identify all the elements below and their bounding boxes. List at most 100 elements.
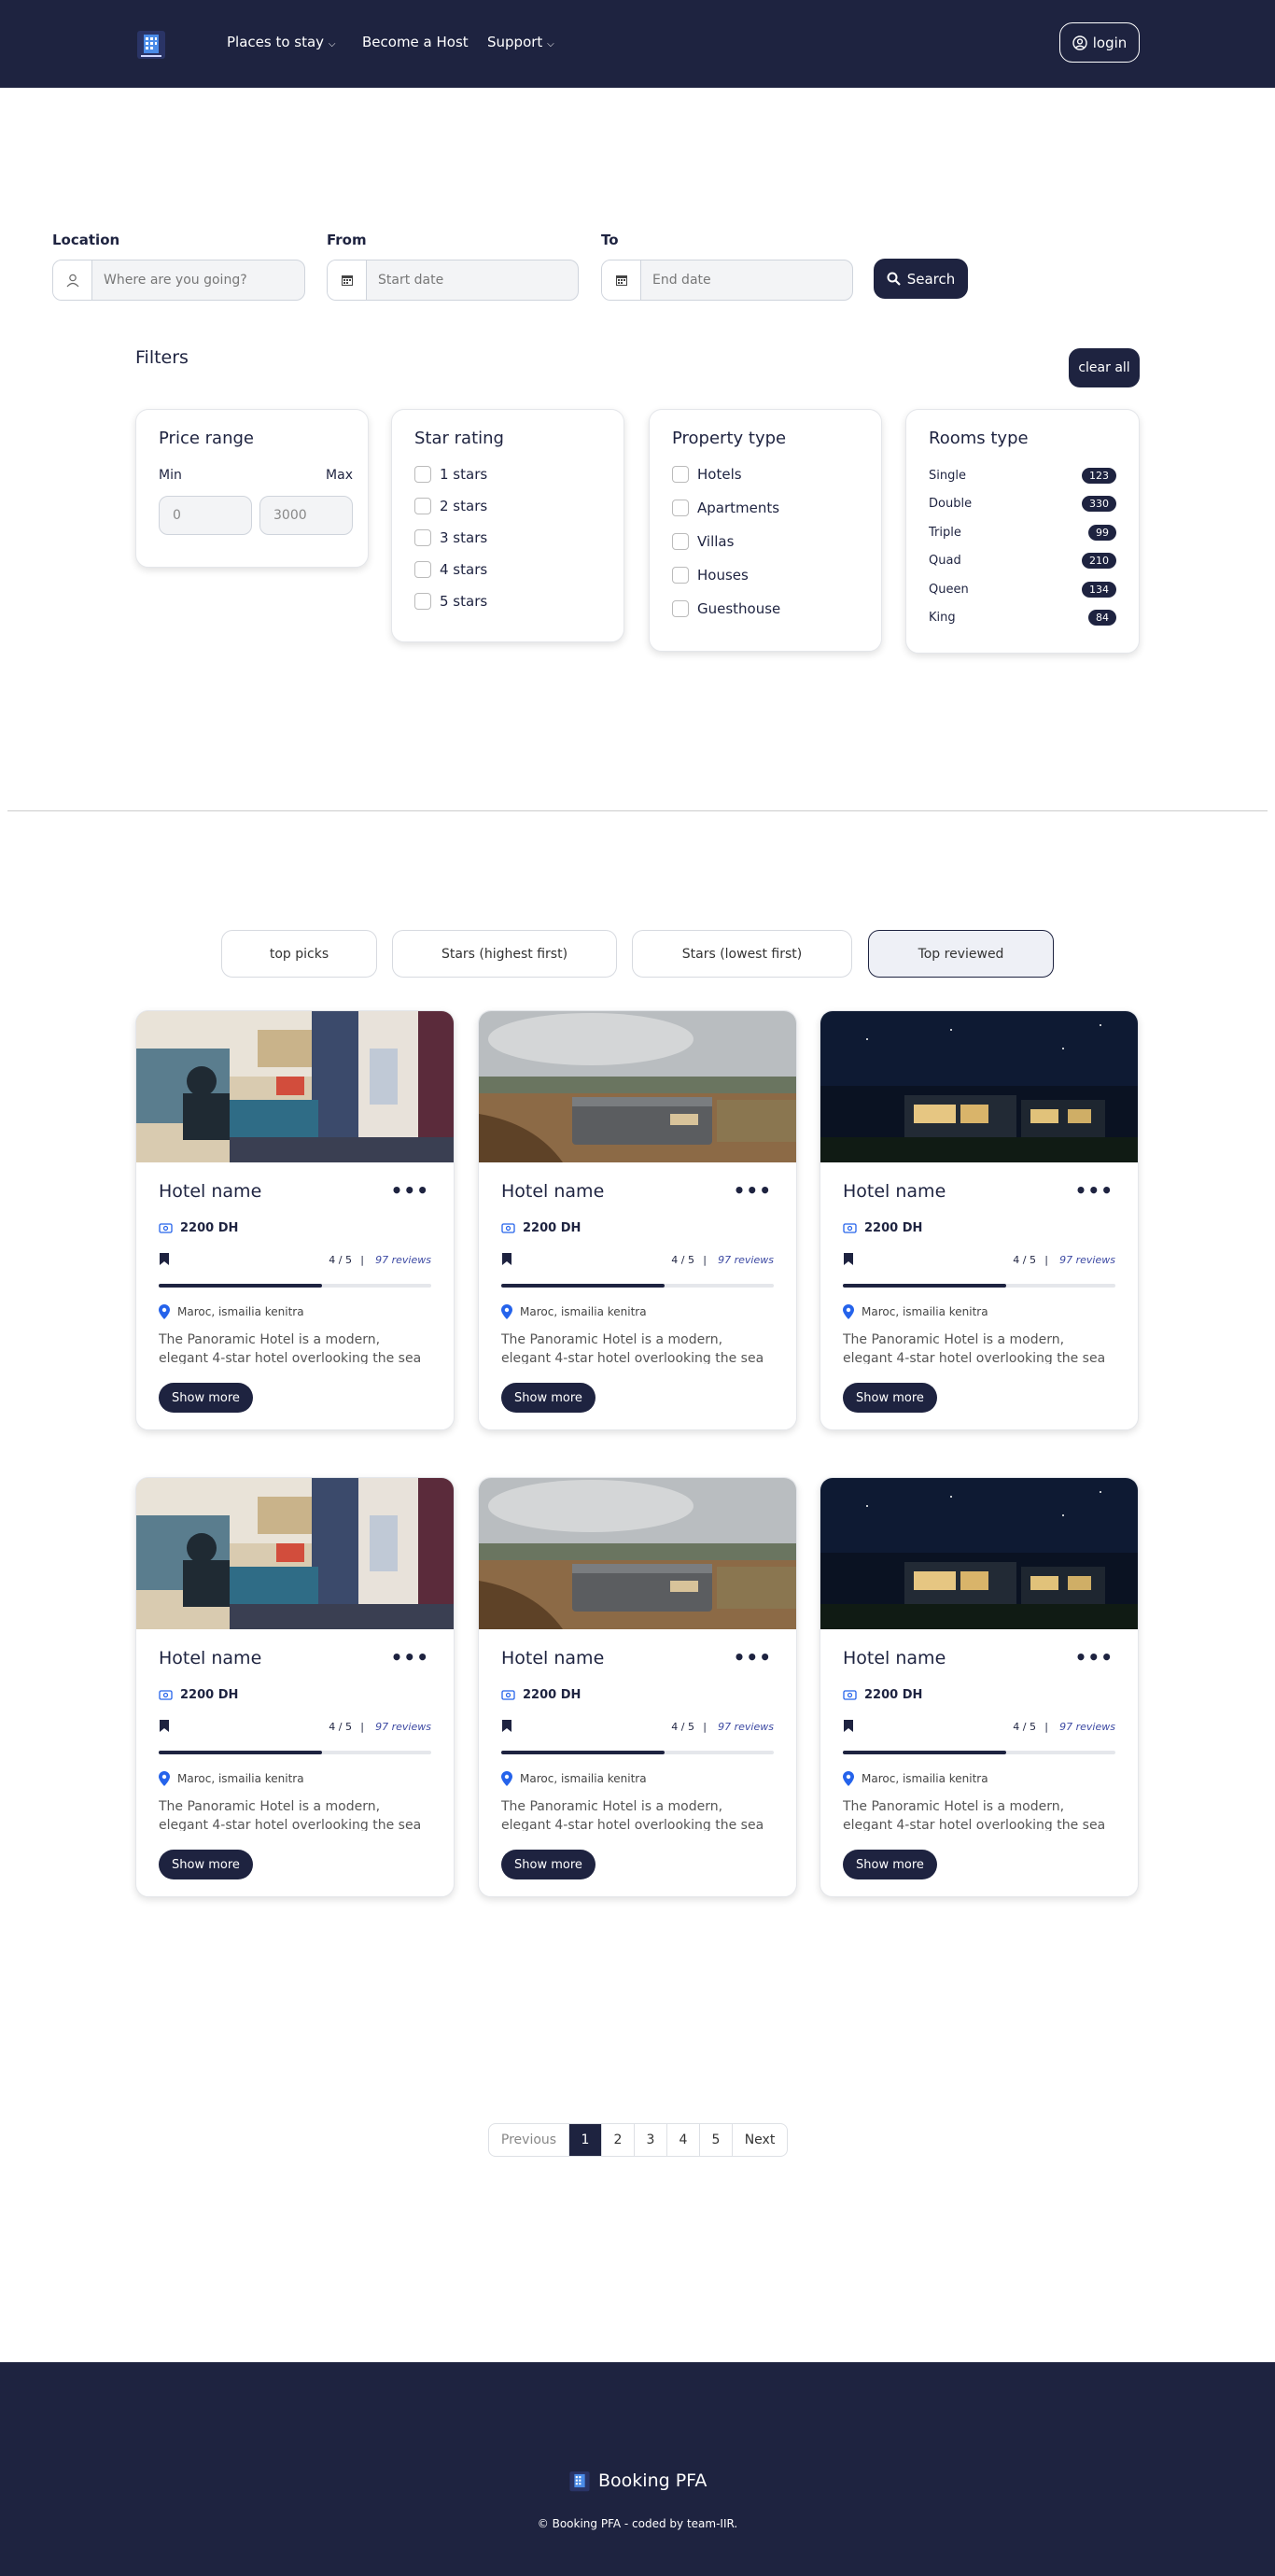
- room-count-badge: 99: [1088, 525, 1116, 541]
- hotel-image[interactable]: [479, 1011, 796, 1162]
- room-type-item[interactable]: Double 330: [929, 496, 1116, 512]
- clear-all-button[interactable]: clear all: [1069, 348, 1140, 387]
- pagination-page[interactable]: 3: [635, 2124, 667, 2156]
- checkbox[interactable]: [672, 600, 689, 617]
- sort-stars-lowest[interactable]: Stars (lowest first): [632, 930, 852, 978]
- property-option[interactable]: Villas: [672, 533, 734, 550]
- start-date-input[interactable]: Start date: [327, 260, 579, 301]
- sort-top-reviewed[interactable]: Top reviewed: [868, 930, 1054, 978]
- checkbox[interactable]: [672, 500, 689, 516]
- more-options-icon[interactable]: •••: [391, 1646, 429, 1668]
- min-price-input[interactable]: 0: [159, 496, 252, 535]
- to-label: To: [601, 232, 619, 248]
- more-options-icon[interactable]: •••: [391, 1179, 429, 1202]
- nav-places-to-stay[interactable]: Places to stay ⌵: [227, 34, 335, 50]
- sort-stars-highest[interactable]: Stars (highest first): [392, 930, 617, 978]
- star-option[interactable]: 3 stars: [414, 529, 487, 546]
- show-more-button[interactable]: Show more: [501, 1850, 595, 1879]
- show-more-button[interactable]: Show more: [843, 1383, 937, 1413]
- hotel-image[interactable]: [136, 1011, 454, 1162]
- bookmark-icon[interactable]: [843, 1252, 854, 1269]
- star-option-label: 2 stars: [440, 498, 488, 514]
- star-option-label: 5 stars: [440, 593, 488, 610]
- hotel-image[interactable]: [820, 1478, 1138, 1629]
- property-option[interactable]: Hotels: [672, 466, 742, 483]
- hotel-logo-icon[interactable]: [135, 27, 167, 61]
- bookmark-icon[interactable]: [159, 1252, 170, 1269]
- room-type-item[interactable]: Quad 210: [929, 553, 1116, 569]
- room-type-item[interactable]: Queen 134: [929, 582, 1116, 598]
- room-type-item[interactable]: Single 123: [929, 468, 1116, 484]
- hotel-price: 2200 DH: [159, 1220, 238, 1235]
- end-date-input[interactable]: End date: [601, 260, 853, 301]
- reviews-link[interactable]: 97 reviews: [375, 1254, 431, 1266]
- bookmark-icon[interactable]: [159, 1719, 170, 1736]
- room-type-item[interactable]: Triple 99: [929, 525, 1116, 541]
- show-more-button[interactable]: Show more: [159, 1850, 253, 1879]
- nav-become-host[interactable]: Become a Host: [362, 34, 469, 50]
- hotel-image[interactable]: [136, 1478, 454, 1629]
- map-pin-icon: [501, 1771, 512, 1786]
- pagination-next[interactable]: Next: [733, 2124, 787, 2156]
- hotel-card[interactable]: Hotel name ••• 2200 DH 4 / 5 | 97 reviews Maro…: [478, 1010, 797, 1430]
- search-button[interactable]: Search: [874, 259, 968, 299]
- more-options-icon[interactable]: •••: [734, 1646, 772, 1668]
- pagination-page[interactable]: 4: [667, 2124, 700, 2156]
- sort-top-picks[interactable]: top picks: [221, 930, 377, 978]
- hotel-location-label: Maroc, ismailia kenitra: [177, 1772, 304, 1785]
- checkbox[interactable]: [672, 466, 689, 483]
- property-option[interactable]: Guesthouse: [672, 600, 780, 617]
- star-option[interactable]: 4 stars: [414, 561, 487, 578]
- login-button[interactable]: login: [1059, 22, 1140, 63]
- more-options-icon[interactable]: •••: [1075, 1646, 1114, 1668]
- more-options-icon[interactable]: •••: [1075, 1179, 1114, 1202]
- hotel-card[interactable]: Hotel name ••• 2200 DH 4 / 5 | 97 reviews Maro…: [135, 1010, 455, 1430]
- checkbox[interactable]: [414, 561, 431, 578]
- show-more-button[interactable]: Show more: [159, 1383, 253, 1413]
- checkbox[interactable]: [414, 529, 431, 546]
- bookmark-icon[interactable]: [843, 1719, 854, 1736]
- property-option[interactable]: Houses: [672, 567, 749, 584]
- hotel-description: The Panoramic Hotel is a modern, elegant…: [843, 1799, 1106, 1831]
- hotel-card[interactable]: Hotel name ••• 2200 DH 4 / 5 | 97 reviews Maro…: [135, 1477, 455, 1897]
- hotel-location-label: Maroc, ismailia kenitra: [520, 1305, 647, 1318]
- star-option[interactable]: 2 stars: [414, 498, 487, 514]
- property-option[interactable]: Apartments: [672, 500, 779, 516]
- hotel-card[interactable]: Hotel name ••• 2200 DH 4 / 5 | 97 reviews Maro…: [820, 1477, 1139, 1897]
- reviews-link[interactable]: 97 reviews: [718, 1721, 774, 1733]
- checkbox[interactable]: [672, 533, 689, 550]
- show-more-button[interactable]: Show more: [843, 1850, 937, 1879]
- map-pin-icon: [159, 1771, 170, 1786]
- room-type-item[interactable]: King 84: [929, 610, 1116, 626]
- pagination-page[interactable]: 5: [700, 2124, 733, 2156]
- rating-score: 4 / 5: [1013, 1721, 1036, 1733]
- show-more-button[interactable]: Show more: [501, 1383, 595, 1413]
- star-option[interactable]: 1 stars: [414, 466, 487, 483]
- footer-brand[interactable]: Booking PFA: [568, 2469, 707, 2493]
- hotel-card[interactable]: Hotel name ••• 2200 DH 4 / 5 | 97 reviews Maro…: [820, 1010, 1139, 1430]
- rating-bar: [159, 1751, 431, 1754]
- pagination-page[interactable]: 2: [602, 2124, 635, 2156]
- pagination-page[interactable]: 1: [569, 2124, 602, 2156]
- reviews-link[interactable]: 97 reviews: [1059, 1721, 1115, 1733]
- more-options-icon[interactable]: •••: [734, 1179, 772, 1202]
- checkbox[interactable]: [414, 498, 431, 514]
- start-date-placeholder: Start date: [378, 273, 444, 288]
- reviews-link[interactable]: 97 reviews: [1059, 1254, 1115, 1266]
- checkbox[interactable]: [672, 567, 689, 584]
- reviews-link[interactable]: 97 reviews: [718, 1254, 774, 1266]
- nav-support[interactable]: Support ⌵: [487, 34, 554, 50]
- reviews-link[interactable]: 97 reviews: [375, 1721, 431, 1733]
- star-option[interactable]: 5 stars: [414, 593, 487, 610]
- hotel-image[interactable]: [820, 1011, 1138, 1162]
- checkbox[interactable]: [414, 466, 431, 483]
- checkbox[interactable]: [414, 593, 431, 610]
- hotel-image[interactable]: [479, 1478, 796, 1629]
- bookmark-icon[interactable]: [501, 1252, 512, 1269]
- hotel-location: Maroc, ismailia kenitra: [843, 1304, 988, 1319]
- hotel-card[interactable]: Hotel name ••• 2200 DH 4 / 5 | 97 reviews Maro…: [478, 1477, 797, 1897]
- max-price-input[interactable]: 3000: [259, 496, 353, 535]
- bookmark-icon[interactable]: [501, 1719, 512, 1736]
- location-input[interactable]: Where are you going?: [52, 260, 305, 301]
- pagination-previous[interactable]: Previous: [489, 2124, 569, 2156]
